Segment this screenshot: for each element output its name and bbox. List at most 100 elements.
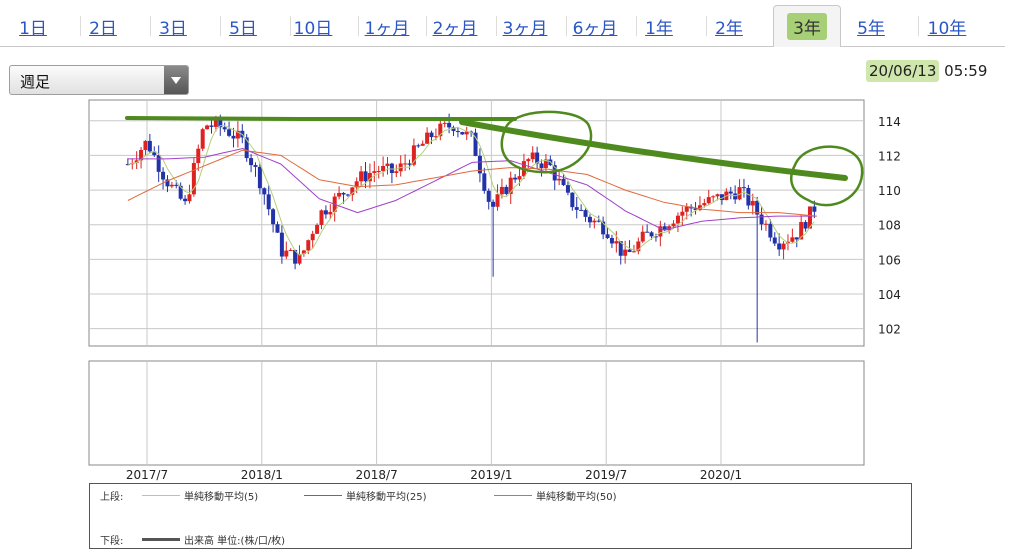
candle-body <box>310 233 315 241</box>
candle-body <box>565 185 570 193</box>
candle-body <box>482 173 487 191</box>
candle-body <box>323 210 328 215</box>
candle-body <box>574 207 579 210</box>
legend-volume: 出来高 単位:(株/口/枚) <box>142 532 285 547</box>
candle-body <box>671 223 676 227</box>
candle-body <box>790 237 795 242</box>
candle-body <box>499 186 504 195</box>
candle-body <box>675 215 680 224</box>
candle-body <box>227 129 232 136</box>
candle-body <box>759 214 764 225</box>
candle-body <box>733 193 738 200</box>
candle-body <box>341 192 346 195</box>
candle-body <box>579 209 584 211</box>
chart-legend: 上段: 単純移動平均(5) 単純移動平均(25) 単純移動平均(50) 下段: … <box>89 483 912 549</box>
candle-body <box>337 192 342 197</box>
price-chart: 102 104 106 108 110 112 114 2017/7 2018/1 2018/7 2… <box>88 99 901 482</box>
x-tick-label: 2020/1 <box>700 468 742 482</box>
candle-body <box>200 129 205 149</box>
candle-body <box>183 198 188 202</box>
candle-body <box>363 171 368 182</box>
candle-body <box>385 163 390 166</box>
volume-panel <box>88 360 865 466</box>
legend-ma50-swatch <box>494 495 532 496</box>
candle-body <box>750 200 755 206</box>
candle-body <box>420 143 425 146</box>
candle-body <box>187 194 192 202</box>
candle-body <box>284 250 289 257</box>
candle-body <box>147 140 152 152</box>
candle-body <box>209 125 214 127</box>
candle-body <box>376 170 381 172</box>
candle-body <box>249 158 254 166</box>
candle-body <box>640 231 645 242</box>
candle-body <box>389 163 394 173</box>
candle-body <box>231 135 236 139</box>
candle-body <box>768 223 773 238</box>
candle-body <box>561 178 566 186</box>
candle-body <box>403 163 408 165</box>
legend-ma5-label: 単純移動平均(5) <box>184 492 259 503</box>
candle-body <box>279 232 284 257</box>
candle-body <box>345 194 350 196</box>
candle-body <box>702 203 707 206</box>
candle-body <box>306 240 311 251</box>
candle-body <box>156 155 161 172</box>
candle-body <box>262 188 267 195</box>
candle-body <box>429 132 434 138</box>
candle-body <box>253 165 258 167</box>
legend-ma25: 単純移動平均(25) <box>304 488 427 503</box>
candle-body <box>517 176 522 180</box>
candle-body <box>394 171 399 173</box>
legend-ma50-label: 単純移動平均(50) <box>536 492 617 503</box>
candle-body <box>627 249 632 252</box>
candle-body <box>746 188 751 206</box>
candle-body <box>328 211 333 215</box>
y-tick-label: 104 <box>878 288 901 302</box>
candle-body <box>169 184 174 187</box>
legend-ma50: 単純移動平均(50) <box>494 488 617 503</box>
candle-body <box>266 194 271 210</box>
x-tick-label: 2018/1 <box>241 468 283 482</box>
y-tick-label: 114 <box>878 115 901 129</box>
candle-body <box>803 222 808 229</box>
y-tick-label: 110 <box>878 184 901 198</box>
candle-body <box>315 224 320 234</box>
y-tick-label: 108 <box>878 219 901 233</box>
legend-volume-label: 出来高 単位:(株/口/枚) <box>184 536 286 547</box>
candle-body <box>381 165 386 171</box>
candle-body <box>645 231 650 233</box>
candle-body <box>596 220 601 222</box>
candle-body <box>631 251 636 253</box>
y-tick-label: 112 <box>878 149 901 163</box>
candle-body <box>447 122 452 128</box>
candle-body <box>583 210 588 217</box>
candle-body <box>271 209 276 225</box>
candle-body <box>794 237 799 240</box>
candle-body <box>539 163 544 168</box>
candle-body <box>143 140 148 150</box>
candle-body <box>460 132 465 135</box>
legend-ma5-swatch <box>142 495 180 496</box>
candle-body <box>812 206 817 212</box>
candle-body <box>425 132 430 144</box>
candle-body <box>614 241 619 244</box>
x-tick-label: 2019/1 <box>470 468 512 482</box>
legend-upper-label: 上段: <box>100 492 124 503</box>
candle-body <box>781 243 786 250</box>
legend-ma5: 単純移動平均(5) <box>142 488 258 503</box>
legend-ma25-label: 単純移動平均(25) <box>346 492 427 503</box>
x-tick-label: 2019/7 <box>585 468 627 482</box>
candle-body <box>486 190 491 202</box>
candle-body <box>706 197 711 204</box>
candle-body <box>649 232 654 237</box>
candle-body <box>359 171 364 182</box>
candle-body <box>587 216 592 223</box>
candle-body <box>684 206 689 212</box>
candle-body <box>513 177 518 180</box>
candle-body <box>174 184 179 186</box>
candle-body <box>711 196 716 198</box>
y-tick-label: 102 <box>878 323 901 337</box>
candle-body <box>257 166 262 189</box>
candle-body <box>495 194 500 207</box>
